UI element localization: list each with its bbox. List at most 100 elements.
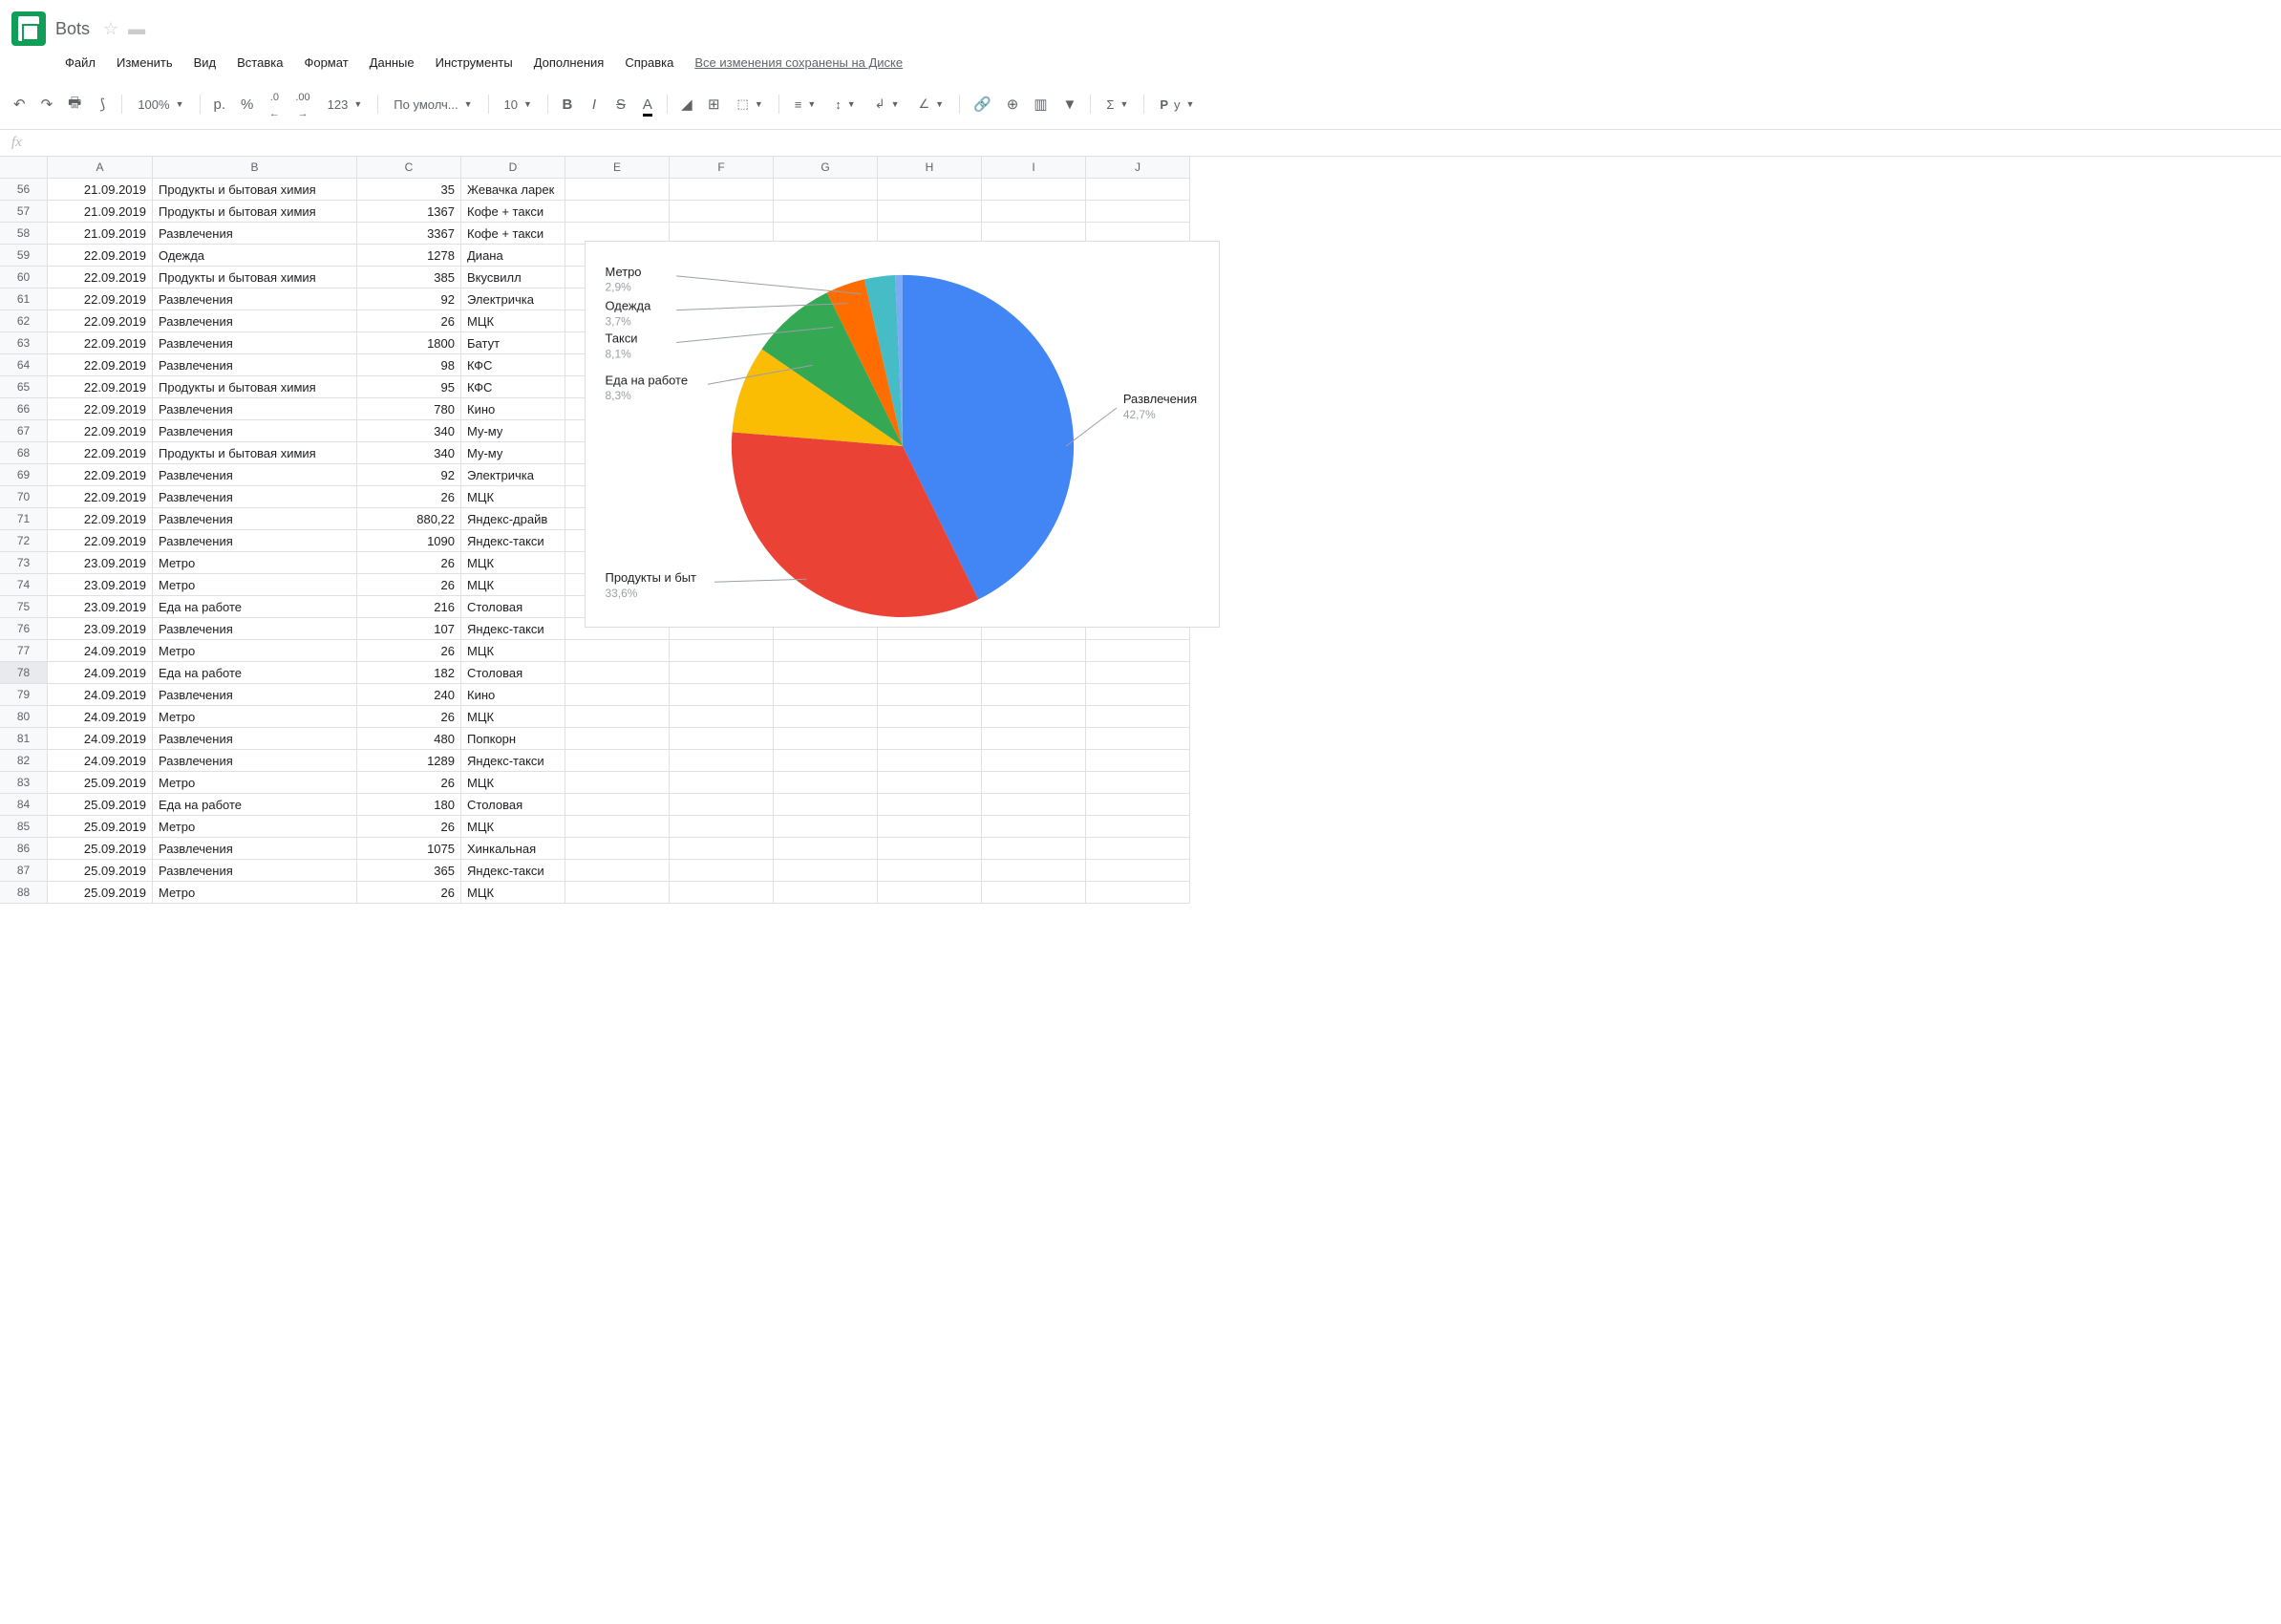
cell[interactable]: Продукты и бытовая химия <box>153 376 357 398</box>
cell[interactable]: МЦК <box>461 310 565 332</box>
cell[interactable]: 480 <box>357 728 461 750</box>
font-select[interactable]: По умолч...▼ <box>386 94 480 116</box>
cell[interactable]: 22.09.2019 <box>48 442 153 464</box>
zoom-select[interactable]: 100%▼ <box>130 94 191 116</box>
increase-decimal-button[interactable]: .00→ <box>289 83 315 125</box>
cell[interactable]: 1090 <box>357 530 461 552</box>
cell[interactable]: КФС <box>461 354 565 376</box>
cell[interactable] <box>878 684 982 706</box>
cell[interactable] <box>670 640 774 662</box>
cell[interactable] <box>565 882 670 904</box>
sheet-container[interactable]: ABCDEFGHIJ5621.09.2019Продукты и бытовая… <box>0 157 2281 1624</box>
cell[interactable] <box>670 816 774 838</box>
cell[interactable]: Кино <box>461 398 565 420</box>
redo-button[interactable]: ↷ <box>35 91 59 118</box>
row-header[interactable]: 84 <box>0 794 48 816</box>
cell[interactable] <box>982 794 1086 816</box>
cell[interactable]: Развлечения <box>153 838 357 860</box>
row-header[interactable]: 74 <box>0 574 48 596</box>
cell[interactable]: Кино <box>461 684 565 706</box>
cell[interactable]: Развлечения <box>153 750 357 772</box>
cell[interactable] <box>774 179 878 201</box>
cell[interactable]: Вкусвилл <box>461 267 565 288</box>
cell[interactable] <box>565 728 670 750</box>
cell[interactable]: 22.09.2019 <box>48 486 153 508</box>
cell[interactable]: 22.09.2019 <box>48 354 153 376</box>
cell[interactable] <box>878 706 982 728</box>
formula-input[interactable] <box>33 132 2281 154</box>
document-title[interactable]: Bots <box>55 19 90 39</box>
column-header[interactable]: C <box>357 157 461 179</box>
cell[interactable]: Электричка <box>461 288 565 310</box>
borders-button[interactable]: ⊞ <box>702 91 726 118</box>
cell[interactable] <box>670 750 774 772</box>
column-header[interactable]: G <box>774 157 878 179</box>
row-header[interactable]: 56 <box>0 179 48 201</box>
cell[interactable]: 1278 <box>357 245 461 267</box>
cell[interactable]: Развлечения <box>153 530 357 552</box>
cell[interactable] <box>670 882 774 904</box>
column-header[interactable]: E <box>565 157 670 179</box>
cell[interactable]: Развлечения <box>153 420 357 442</box>
row-header[interactable]: 66 <box>0 398 48 420</box>
cell[interactable]: 25.09.2019 <box>48 860 153 882</box>
cell[interactable] <box>878 794 982 816</box>
cell[interactable]: Еда на работе <box>153 596 357 618</box>
cell[interactable]: Батут <box>461 332 565 354</box>
menu-format[interactable]: Формат <box>294 52 357 74</box>
column-header[interactable]: B <box>153 157 357 179</box>
cell[interactable] <box>774 706 878 728</box>
cell[interactable] <box>1086 838 1190 860</box>
cell[interactable]: Еда на работе <box>153 794 357 816</box>
cell[interactable]: 24.09.2019 <box>48 728 153 750</box>
cell[interactable]: Яндекс-такси <box>461 618 565 640</box>
cell[interactable]: 23.09.2019 <box>48 552 153 574</box>
cell[interactable] <box>878 179 982 201</box>
cell[interactable] <box>774 750 878 772</box>
cell[interactable] <box>982 179 1086 201</box>
cell[interactable] <box>670 179 774 201</box>
cell[interactable] <box>565 662 670 684</box>
cell[interactable] <box>982 816 1086 838</box>
cell[interactable] <box>878 838 982 860</box>
menu-tools[interactable]: Инструменты <box>426 52 522 74</box>
save-status[interactable]: Все изменения сохранены на Диске <box>694 52 903 74</box>
cell[interactable]: Развлечения <box>153 464 357 486</box>
cell[interactable]: 35 <box>357 179 461 201</box>
functions-button[interactable]: Σ▼ <box>1098 94 1136 116</box>
menu-file[interactable]: Файл <box>55 52 105 74</box>
cell[interactable]: Продукты и бытовая химия <box>153 442 357 464</box>
menu-data[interactable]: Данные <box>360 52 424 74</box>
cell[interactable]: Жевачка ларек <box>461 179 565 201</box>
cell[interactable]: 23.09.2019 <box>48 574 153 596</box>
row-header[interactable]: 88 <box>0 882 48 904</box>
cell[interactable] <box>670 706 774 728</box>
cell[interactable]: 1800 <box>357 332 461 354</box>
cell[interactable]: 25.09.2019 <box>48 772 153 794</box>
cell[interactable]: Му-му <box>461 442 565 464</box>
cell[interactable]: 92 <box>357 288 461 310</box>
cell[interactable]: 98 <box>357 354 461 376</box>
row-header[interactable]: 87 <box>0 860 48 882</box>
cell[interactable] <box>982 640 1086 662</box>
cell[interactable]: Кофе + такси <box>461 201 565 223</box>
cell[interactable]: 24.09.2019 <box>48 706 153 728</box>
cell[interactable]: Продукты и бытовая химия <box>153 201 357 223</box>
cell[interactable]: Яндекс-драйв <box>461 508 565 530</box>
cell[interactable]: 385 <box>357 267 461 288</box>
row-header[interactable]: 62 <box>0 310 48 332</box>
cell[interactable] <box>982 684 1086 706</box>
cell[interactable]: 22.09.2019 <box>48 398 153 420</box>
cell[interactable]: МЦК <box>461 574 565 596</box>
link-button[interactable]: 🔗 <box>968 91 997 118</box>
cell[interactable] <box>774 684 878 706</box>
cell[interactable] <box>1086 860 1190 882</box>
comment-button[interactable]: ⊕ <box>1001 91 1025 118</box>
row-header[interactable]: 73 <box>0 552 48 574</box>
cell[interactable] <box>982 750 1086 772</box>
cell[interactable]: Яндекс-такси <box>461 860 565 882</box>
cell[interactable] <box>774 860 878 882</box>
cell[interactable] <box>982 662 1086 684</box>
cell[interactable] <box>670 662 774 684</box>
cell[interactable]: 26 <box>357 486 461 508</box>
